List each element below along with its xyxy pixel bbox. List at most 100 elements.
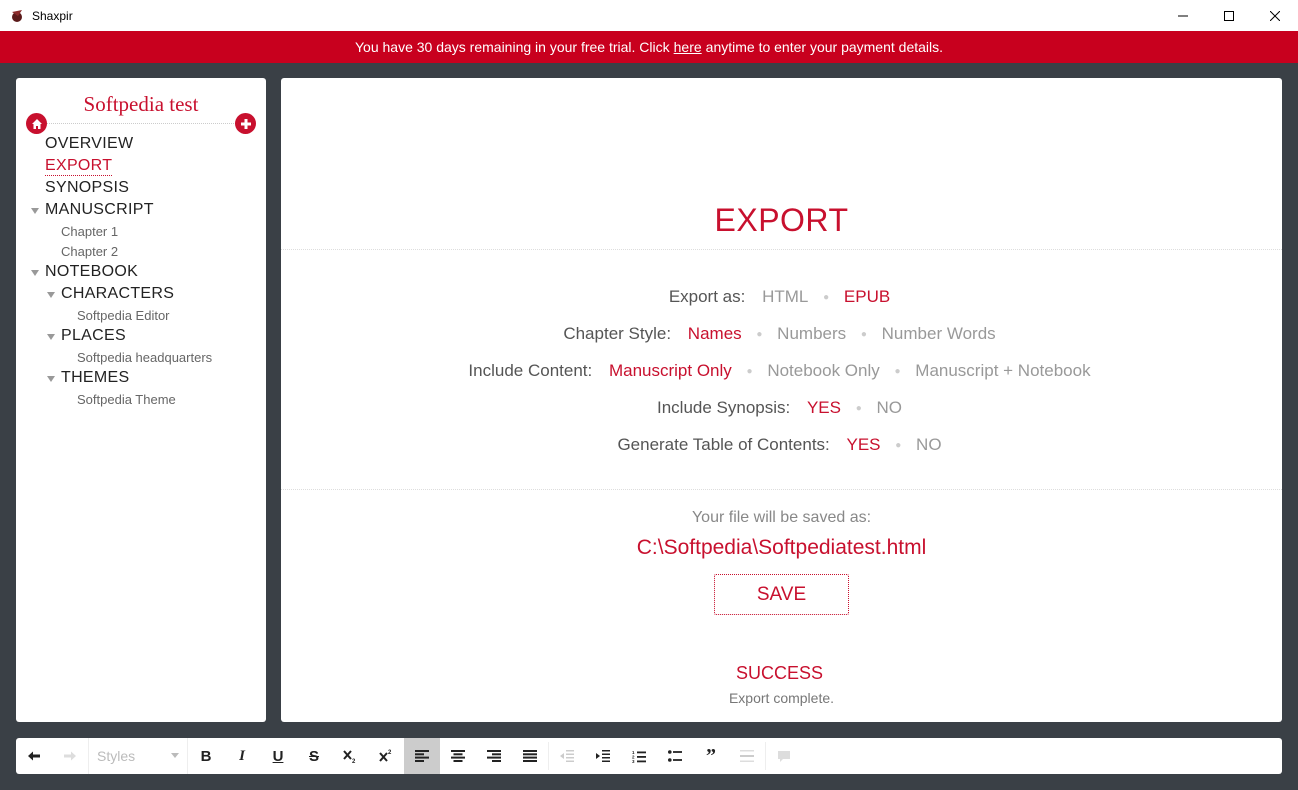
bullet-list-icon xyxy=(668,750,682,762)
bullet-list-button[interactable] xyxy=(657,738,693,774)
app-icon xyxy=(12,9,22,22)
project-title: Softpedia test xyxy=(83,92,199,116)
separator-dot: ● xyxy=(860,329,867,341)
close-icon xyxy=(1270,10,1280,21)
table-of-contents-no[interactable]: NO xyxy=(916,435,942,454)
separator-dot: ● xyxy=(895,440,902,452)
redo-icon xyxy=(64,751,76,761)
title-divider xyxy=(36,123,254,124)
align-right-button[interactable] xyxy=(476,738,512,774)
align-right-icon xyxy=(487,750,501,762)
nav-synopsis[interactable]: SYNOPSIS xyxy=(45,179,129,197)
plus-icon xyxy=(240,118,251,129)
nav-manuscript[interactable]: MANUSCRIPT xyxy=(45,201,154,219)
subscript-button[interactable]: 2 xyxy=(332,738,368,774)
nav-themes[interactable]: THEMES xyxy=(61,369,129,387)
banner-text-before: You have 30 days remaining in your free … xyxy=(354,39,670,55)
redo-button[interactable] xyxy=(52,738,88,774)
comment-icon xyxy=(778,750,790,762)
bold-button[interactable]: B xyxy=(188,738,224,774)
add-button[interactable] xyxy=(235,113,256,134)
divider-bottom xyxy=(281,489,1282,490)
svg-text:3: 3 xyxy=(632,759,635,763)
export-as-label: Export as: xyxy=(668,287,746,306)
home-icon xyxy=(31,118,42,129)
export-as-html[interactable]: HTML xyxy=(762,287,808,306)
export-as-epub[interactable]: EPUB xyxy=(844,287,890,306)
align-left-button[interactable] xyxy=(404,738,440,774)
chapter-style-names[interactable]: Names xyxy=(688,324,742,343)
include-synopsis-no[interactable]: NO xyxy=(877,398,903,417)
separator-dot: ● xyxy=(894,366,901,378)
title-bar: Shaxpir xyxy=(0,0,1298,31)
align-center-icon xyxy=(451,750,465,762)
superscript-icon: 2 xyxy=(379,750,392,762)
numbered-list-button[interactable]: 123 xyxy=(621,738,657,774)
justify-button[interactable] xyxy=(512,738,548,774)
horizontal-rule-icon xyxy=(740,750,754,762)
trial-banner: You have 30 days remaining in your free … xyxy=(0,31,1298,63)
svg-text:2: 2 xyxy=(388,750,392,756)
nav-theme-item[interactable]: Softpedia Theme xyxy=(77,392,176,407)
nav-chapter-1[interactable]: Chapter 1 xyxy=(61,224,118,239)
undo-button[interactable] xyxy=(16,738,52,774)
home-button[interactable] xyxy=(26,113,47,134)
maximize-button[interactable] xyxy=(1206,0,1252,31)
align-left-icon xyxy=(415,750,429,762)
styles-dropdown[interactable]: Styles xyxy=(88,738,188,774)
chapter-style-numbers[interactable]: Numbers xyxy=(777,324,846,343)
save-button[interactable]: SAVE xyxy=(714,574,849,615)
nav-place-item[interactable]: Softpedia headquarters xyxy=(77,350,212,365)
include-synopsis-yes[interactable]: YES xyxy=(807,398,841,417)
quote-button[interactable]: ” xyxy=(693,738,729,774)
window-controls xyxy=(1160,0,1298,31)
minimize-button[interactable] xyxy=(1160,0,1206,31)
maximize-icon xyxy=(1224,10,1234,21)
horizontal-rule-button[interactable] xyxy=(729,738,765,774)
nav-character-item[interactable]: Softpedia Editor xyxy=(77,308,170,323)
notebook-collapse-caret[interactable] xyxy=(31,270,39,276)
nav-places[interactable]: PLACES xyxy=(61,327,126,345)
include-content-notebook-only[interactable]: Notebook Only xyxy=(767,361,879,380)
nav-notebook[interactable]: NOTEBOOK xyxy=(45,263,138,281)
table-of-contents-yes[interactable]: YES xyxy=(847,435,881,454)
places-collapse-caret[interactable] xyxy=(47,334,55,340)
undo-icon xyxy=(28,751,40,761)
chapter-style-row: Chapter Style: Names ● Numbers ● Number … xyxy=(281,324,1282,344)
themes-collapse-caret[interactable] xyxy=(47,376,55,382)
italic-button[interactable]: I xyxy=(224,738,260,774)
outdent-button[interactable] xyxy=(549,738,585,774)
underline-button[interactable]: U xyxy=(260,738,296,774)
include-content-manuscript-only[interactable]: Manuscript Only xyxy=(609,361,732,380)
sidebar: Softpedia test OVERVIEW EXPORT SYNOPSIS … xyxy=(16,78,266,722)
svg-text:2: 2 xyxy=(352,759,356,764)
indent-icon xyxy=(596,750,610,762)
separator-dot: ● xyxy=(756,329,763,341)
include-content-manuscript-notebook[interactable]: Manuscript + Notebook xyxy=(915,361,1090,380)
characters-collapse-caret[interactable] xyxy=(47,292,55,298)
align-center-button[interactable] xyxy=(440,738,476,774)
nav-chapter-2[interactable]: Chapter 2 xyxy=(61,244,118,259)
include-content-label: Include Content: xyxy=(468,361,593,380)
separator-dot: ● xyxy=(746,366,753,378)
window-title: Shaxpir xyxy=(32,8,73,23)
nav-characters[interactable]: CHARACTERS xyxy=(61,285,174,303)
close-button[interactable] xyxy=(1252,0,1298,31)
separator-dot: ● xyxy=(823,292,830,304)
nav-overview[interactable]: OVERVIEW xyxy=(45,135,133,153)
outdent-icon xyxy=(560,750,574,762)
justify-icon xyxy=(523,750,537,762)
comment-button[interactable] xyxy=(766,738,802,774)
success-title: SUCCESS xyxy=(735,663,824,683)
payment-link[interactable]: here xyxy=(674,39,702,55)
chapter-style-number-words[interactable]: Number Words xyxy=(882,324,996,343)
indent-button[interactable] xyxy=(585,738,621,774)
saved-as-label: Your file will be saved as: xyxy=(691,509,872,526)
superscript-button[interactable]: 2 xyxy=(368,738,404,774)
manuscript-collapse-caret[interactable] xyxy=(31,208,39,214)
separator-dot: ● xyxy=(855,403,862,415)
strikethrough-button[interactable]: S xyxy=(296,738,332,774)
styles-dropdown-value: Styles xyxy=(97,748,136,764)
include-synopsis-label: Include Synopsis: xyxy=(656,398,791,417)
nav-export[interactable]: EXPORT xyxy=(45,157,113,176)
